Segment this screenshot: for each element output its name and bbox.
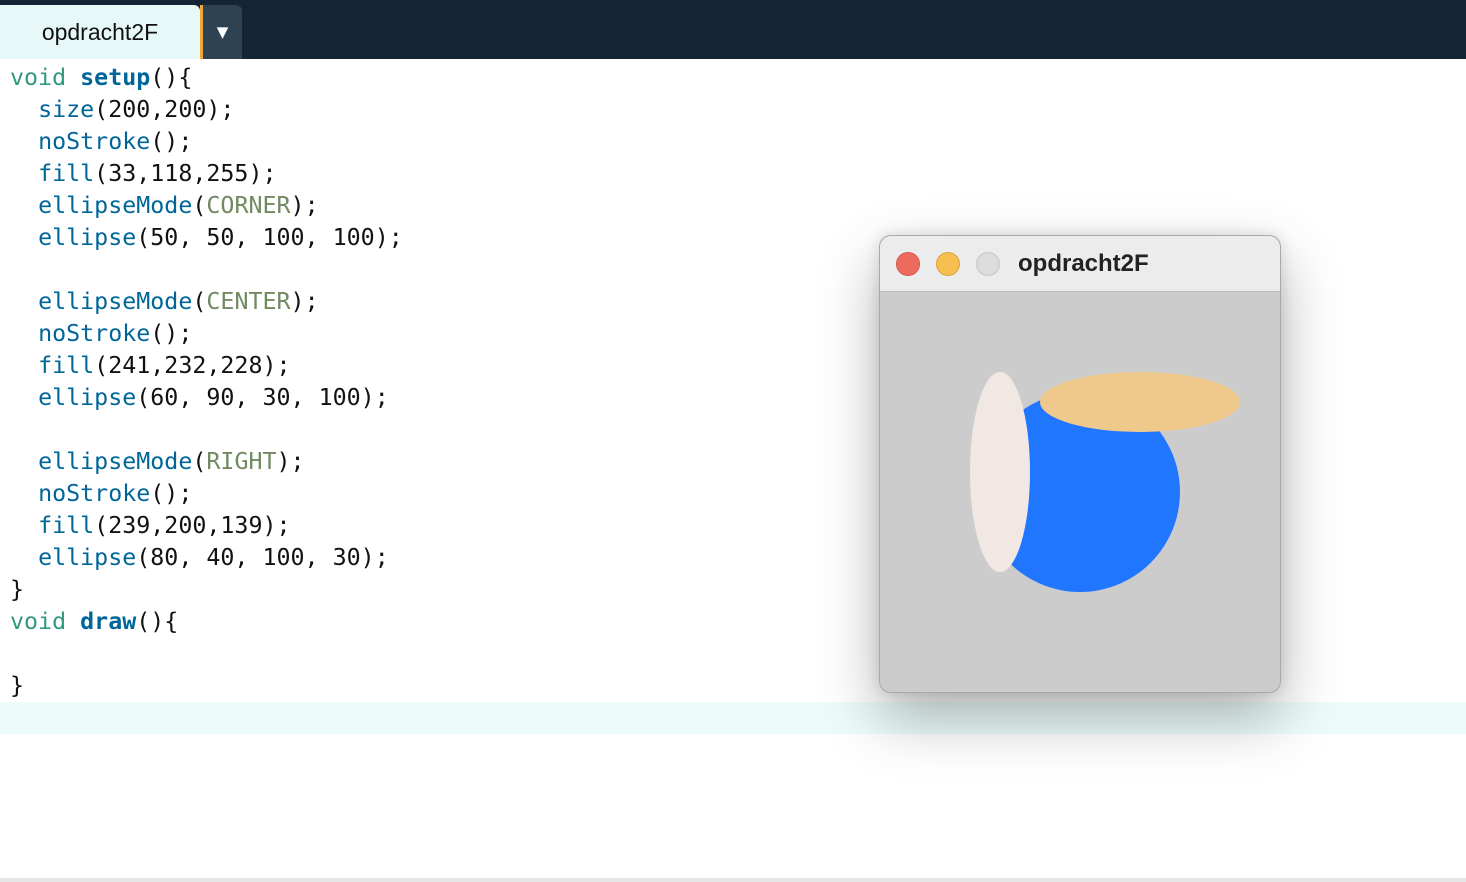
code-token: ); [290, 288, 319, 315]
sketch-canvas [880, 292, 1280, 692]
code-line[interactable]: noStroke(); [10, 126, 403, 158]
code-line[interactable]: void setup(){ [10, 62, 403, 94]
code-token: ellipse [38, 384, 137, 411]
window-titlebar[interactable]: opdracht2F [880, 236, 1280, 292]
code-token: CENTER [206, 288, 291, 315]
tan-ellipse [1040, 372, 1240, 432]
code-token: size [38, 96, 95, 123]
tab-label: opdracht2F [41, 18, 159, 45]
code-token: (241,232,228); [94, 352, 291, 379]
code-line[interactable]: noStroke(); [10, 478, 403, 510]
code-token: ellipseMode [38, 192, 193, 219]
code-token: ); [276, 448, 305, 475]
code-token: ( [192, 448, 207, 475]
dropdown-arrow-icon: ▼ [216, 23, 229, 41]
minimize-window-icon[interactable] [936, 252, 960, 276]
code-line[interactable]: ellipseMode(RIGHT); [10, 446, 403, 478]
code-token: } [10, 672, 25, 699]
code-token: noStroke [38, 480, 151, 507]
code-token: void [10, 608, 67, 635]
code-token: fill [38, 160, 95, 187]
code-token: draw [80, 608, 137, 635]
current-line-highlight [0, 702, 1466, 734]
code-line[interactable]: } [10, 670, 403, 702]
editor-bottom-edge [0, 878, 1466, 882]
code-token: ( [192, 192, 207, 219]
code-token: (239,200,139); [94, 512, 291, 539]
code-line[interactable]: ellipseMode(CENTER); [10, 286, 403, 318]
code-token: (){ [150, 64, 193, 91]
code-token: (){ [136, 608, 179, 635]
code-token: noStroke [38, 320, 151, 347]
tab-bar: opdracht2F ▼ [0, 0, 1466, 59]
code-token: (60, 90, 30, 100); [136, 384, 389, 411]
code-token: ); [290, 192, 319, 219]
code-line[interactable]: fill(239,200,139); [10, 510, 403, 542]
code-token: RIGHT [206, 448, 277, 475]
code-line[interactable] [10, 638, 403, 670]
code-token: noStroke [38, 128, 151, 155]
code-line[interactable]: ellipse(60, 90, 30, 100); [10, 382, 403, 414]
code-token: (); [150, 320, 193, 347]
light-ellipse [970, 372, 1030, 572]
code-token: setup [80, 64, 151, 91]
code-token: (200,200); [94, 96, 235, 123]
code-line[interactable]: } [10, 574, 403, 606]
tab-menu-button[interactable]: ▼ [203, 5, 242, 59]
code-token: (80, 40, 100, 30); [136, 544, 389, 571]
code-line[interactable]: ellipse(80, 40, 100, 30); [10, 542, 403, 574]
code-token: ellipse [38, 224, 137, 251]
code-line[interactable]: fill(241,232,228); [10, 350, 403, 382]
code-token: (); [150, 128, 193, 155]
code-token: ellipse [38, 544, 137, 571]
code-token: CORNER [206, 192, 291, 219]
code-token: (33,118,255); [94, 160, 277, 187]
maximize-window-icon[interactable] [976, 252, 1000, 276]
code-line[interactable]: fill(33,118,255); [10, 158, 403, 190]
code-line[interactable]: size(200,200); [10, 94, 403, 126]
code-line[interactable]: noStroke(); [10, 318, 403, 350]
code-token: } [10, 576, 25, 603]
code-token: fill [38, 352, 95, 379]
code-token: ellipseMode [38, 448, 193, 475]
code-token: (50, 50, 100, 100); [136, 224, 403, 251]
code-token: fill [38, 512, 95, 539]
close-window-icon[interactable] [896, 252, 920, 276]
code-token: void [10, 64, 67, 91]
code-lines: void setup(){ size(200,200); noStroke();… [10, 62, 403, 702]
code-line[interactable] [10, 414, 403, 446]
code-token: (); [150, 480, 193, 507]
code-line[interactable] [10, 254, 403, 286]
window-title: opdracht2F [1018, 250, 1149, 277]
code-line[interactable]: void draw(){ [10, 606, 403, 638]
code-line[interactable]: ellipseMode(CORNER); [10, 190, 403, 222]
code-line[interactable]: ellipse(50, 50, 100, 100); [10, 222, 403, 254]
code-token: ellipseMode [38, 288, 193, 315]
code-token: ( [192, 288, 207, 315]
tab-opdracht2F[interactable]: opdracht2F [0, 5, 200, 59]
sketch-window[interactable]: opdracht2F [879, 235, 1281, 693]
